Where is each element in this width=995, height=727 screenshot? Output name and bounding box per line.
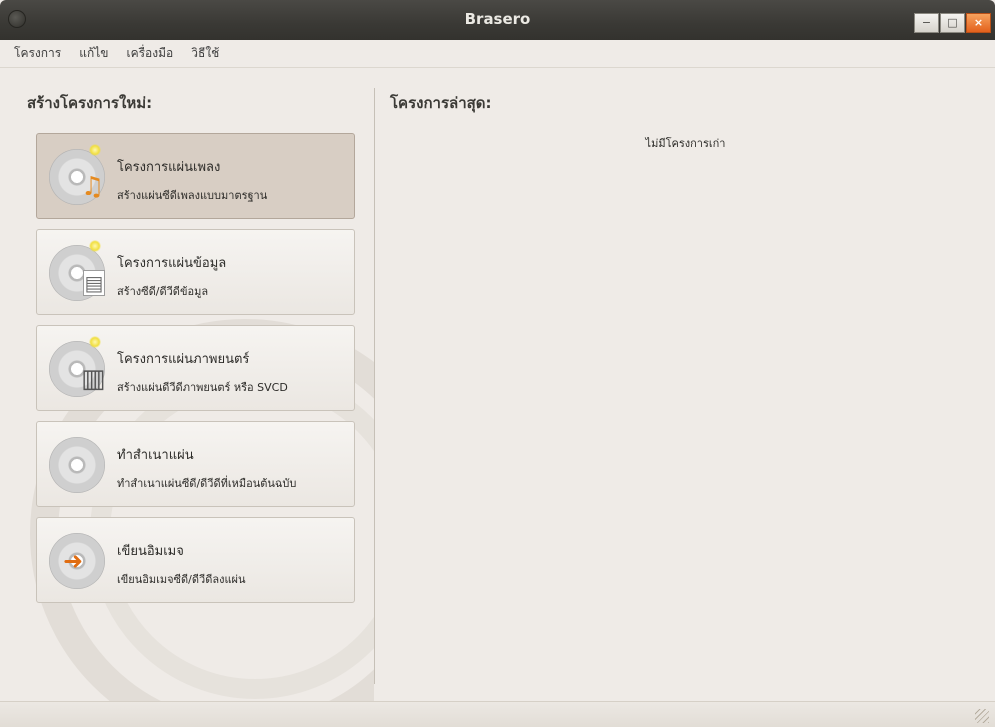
no-recent-projects-label: ไม่มีโครงการเก่า <box>645 137 726 150</box>
project-description: สร้างแผ่นดีวีดีภาพยนตร์ หรือ SVCD <box>117 381 288 394</box>
sparkle-icon <box>89 336 101 348</box>
window-controls: − □ × <box>914 13 991 33</box>
document-icon: ▤ <box>83 270 105 296</box>
copy-disc-icon <box>49 437 105 493</box>
maximize-button[interactable]: □ <box>940 13 965 33</box>
menu-help[interactable]: วิธีใช้ <box>191 44 219 63</box>
video-project-button[interactable]: ▥ โครงการแผ่นภาพยนตร์ สร้างแผ่นดีวีดีภาพ… <box>36 325 355 411</box>
status-bar <box>0 701 995 727</box>
title-bar[interactable]: Brasero − □ × <box>0 0 995 40</box>
music-note-icon: ♫ <box>81 172 105 202</box>
menu-edit[interactable]: แก้ไข <box>79 44 108 63</box>
minimize-button[interactable]: − <box>914 13 939 33</box>
new-project-heading: สร้างโครงการใหม่: <box>27 94 153 112</box>
project-description: สร้างซีดี/ดีวีดีข้อมูล <box>117 285 209 298</box>
project-title: เขียนอิมเมจ <box>117 544 184 559</box>
window-title: Brasero <box>464 10 531 28</box>
new-project-panel: สร้างโครงการใหม่: ♫ โครงการแผ่นเพลง สร้า… <box>0 69 374 701</box>
brasero-window: Brasero − □ × โครงการ แก้ไข เครื่องมือ ว… <box>0 0 995 727</box>
sparkle-icon <box>89 144 101 156</box>
sparkle-icon <box>89 240 101 252</box>
menu-tools[interactable]: เครื่องมือ <box>126 44 173 63</box>
resize-grip-icon[interactable] <box>975 709 989 723</box>
burn-image-button[interactable]: ➜ เขียนอิมเมจ เขียนอิมเมจซีดี/ดีวีดีลงแผ… <box>36 517 355 603</box>
recent-projects-heading: โครงการล่าสุด: <box>390 94 492 112</box>
audio-project-button[interactable]: ♫ โครงการแผ่นเพลง สร้างแผ่นซีดีเพลงแบบมา… <box>36 133 355 219</box>
recent-projects-panel: โครงการล่าสุด: ไม่มีโครงการเก่า <box>376 69 995 701</box>
menu-project[interactable]: โครงการ <box>14 44 61 63</box>
data-project-button[interactable]: ▤ โครงการแผ่นข้อมูล สร้างซีดี/ดีวีดีข้อม… <box>36 229 355 315</box>
close-button[interactable]: × <box>966 13 991 33</box>
project-title: โครงการแผ่นเพลง <box>117 160 221 175</box>
film-strip-icon: ▥ <box>81 364 106 394</box>
project-description: สร้างแผ่นซีดีเพลงแบบมาตรฐาน <box>117 189 268 202</box>
project-title: โครงการแผ่นภาพยนตร์ <box>117 352 250 367</box>
project-description: ทำสำเนาแผ่นซีดี/ดีวีดีที่เหมือนต้นฉบับ <box>117 477 297 490</box>
project-description: เขียนอิมเมจซีดี/ดีวีดีลงแผ่น <box>117 573 246 586</box>
arrow-icon: ➜ <box>63 547 84 575</box>
project-title: โครงการแผ่นข้อมูล <box>117 256 227 271</box>
project-title: ทำสำเนาแผ่น <box>117 448 194 463</box>
menu-bar: โครงการ แก้ไข เครื่องมือ วิธีใช้ <box>0 40 995 68</box>
copy-disc-button[interactable]: ทำสำเนาแผ่น ทำสำเนาแผ่นซีดี/ดีวีดีที่เหม… <box>36 421 355 507</box>
panel-divider[interactable] <box>374 88 375 684</box>
